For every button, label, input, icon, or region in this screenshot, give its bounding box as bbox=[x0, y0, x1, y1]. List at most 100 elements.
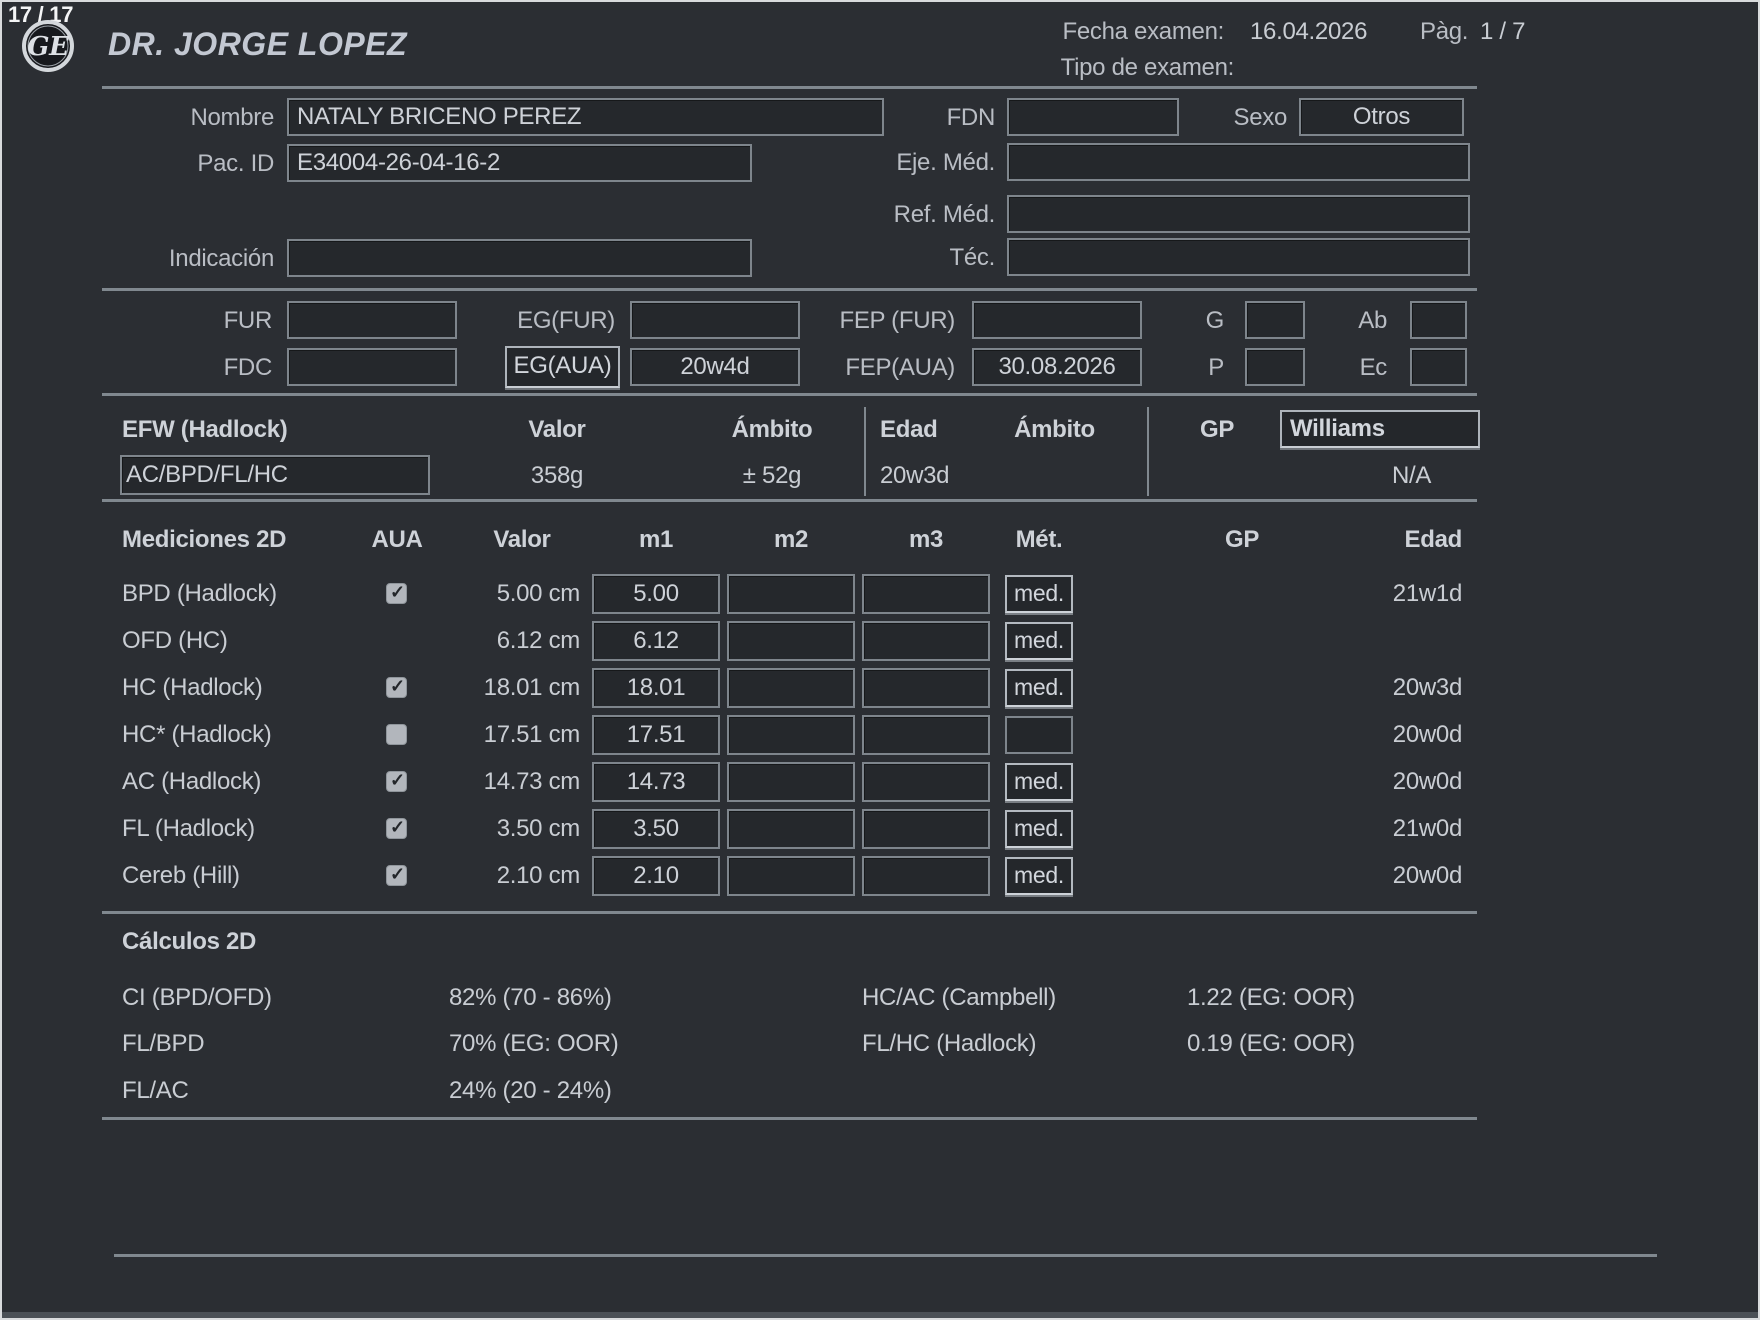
method-button[interactable]: med. bbox=[1005, 810, 1073, 848]
calc-label: FL/BPD bbox=[122, 1030, 204, 1058]
edd-lmp-field[interactable] bbox=[972, 301, 1142, 339]
aua-checkbox[interactable] bbox=[386, 818, 407, 839]
m3-field[interactable] bbox=[862, 856, 990, 896]
measurement-name: FL (Hadlock) bbox=[122, 815, 255, 843]
ga-aua-field[interactable]: 20w4d bbox=[630, 348, 800, 386]
divider bbox=[102, 288, 1477, 291]
ga-aua-button[interactable]: EG(AUA) bbox=[505, 346, 620, 388]
para-field[interactable] bbox=[1245, 348, 1305, 386]
m1-field[interactable]: 5.00 bbox=[592, 574, 720, 614]
svg-text:GE: GE bbox=[27, 32, 70, 62]
edd-aua-field[interactable]: 30.08.2026 bbox=[972, 348, 1142, 386]
vertical-divider bbox=[864, 407, 866, 496]
m3-field[interactable] bbox=[862, 762, 990, 802]
measurement-name: HC* (Hadlock) bbox=[122, 721, 271, 749]
measurement-age: 20w0d bbox=[1332, 768, 1462, 796]
measurement-name: AC (Hadlock) bbox=[122, 768, 261, 796]
edd-aua-label: FEP(AUA) bbox=[802, 354, 955, 382]
calculations-title: Cálculos 2D bbox=[122, 928, 256, 956]
aua-checkbox[interactable] bbox=[386, 583, 407, 604]
gravida-field[interactable] bbox=[1245, 301, 1305, 339]
col-m2: m2 bbox=[727, 526, 855, 554]
m1-field[interactable]: 2.10 bbox=[592, 856, 720, 896]
efw-formula-field[interactable]: AC/BPD/FL/HC bbox=[120, 455, 430, 495]
dob-field[interactable] bbox=[1007, 98, 1179, 136]
measurement-age: 21w1d bbox=[1332, 580, 1462, 608]
divider bbox=[102, 86, 1477, 89]
efw-gp-result: N/A bbox=[1392, 462, 1431, 490]
calc-value: 24% (20 - 24%) bbox=[449, 1077, 612, 1105]
m1-field[interactable]: 14.73 bbox=[592, 762, 720, 802]
patient-id-field[interactable]: E34004-26-04-16-2 bbox=[287, 144, 752, 182]
efw-age: 20w3d bbox=[880, 462, 949, 490]
method-button[interactable]: med. bbox=[1005, 622, 1073, 660]
sex-field[interactable]: Otros bbox=[1299, 98, 1464, 136]
m2-field[interactable] bbox=[727, 621, 855, 661]
exam-date-label: Fecha examen: bbox=[1052, 18, 1224, 46]
m3-field[interactable] bbox=[862, 574, 990, 614]
calc-value: 70% (EG: OOR) bbox=[449, 1030, 618, 1058]
method-button[interactable]: med. bbox=[1005, 763, 1073, 801]
fdc-field[interactable] bbox=[287, 348, 457, 386]
aua-checkbox[interactable] bbox=[386, 771, 407, 792]
col-met: Mét. bbox=[1005, 526, 1073, 554]
fdc-label: FDC bbox=[152, 354, 272, 382]
m2-field[interactable] bbox=[727, 809, 855, 849]
method-button[interactable] bbox=[1005, 716, 1073, 754]
performing-physician-field[interactable] bbox=[1007, 143, 1470, 181]
m3-field[interactable] bbox=[862, 809, 990, 849]
method-button[interactable]: med. bbox=[1005, 857, 1073, 895]
lmp-label: FUR bbox=[152, 307, 272, 335]
referring-physician-field[interactable] bbox=[1007, 195, 1470, 233]
name-label: Nombre bbox=[122, 104, 274, 132]
ectopic-label: Ec bbox=[1312, 354, 1387, 382]
abortions-field[interactable] bbox=[1410, 301, 1467, 339]
m3-field[interactable] bbox=[862, 621, 990, 661]
col-aua: AUA bbox=[362, 526, 432, 554]
measurement-name: Cereb (Hill) bbox=[122, 862, 240, 890]
m2-field[interactable] bbox=[727, 762, 855, 802]
calc-label: CI (BPD/OFD) bbox=[122, 984, 272, 1012]
efw-title: EFW (Hadlock) bbox=[122, 416, 287, 444]
m2-field[interactable] bbox=[727, 574, 855, 614]
measurement-value: 6.12 cm bbox=[432, 627, 580, 655]
dob-label: FDN bbox=[872, 104, 995, 132]
sex-label: Sexo bbox=[1162, 104, 1287, 132]
aua-checkbox[interactable] bbox=[386, 724, 407, 745]
method-button[interactable]: med. bbox=[1005, 575, 1073, 613]
aua-checkbox[interactable] bbox=[386, 865, 407, 886]
technician-label: Téc. bbox=[822, 244, 995, 272]
col-m1: m1 bbox=[592, 526, 720, 554]
doctor-name: DR. JORGE LOPEZ bbox=[108, 26, 407, 63]
m3-field[interactable] bbox=[862, 668, 990, 708]
m1-field[interactable]: 6.12 bbox=[592, 621, 720, 661]
m2-field[interactable] bbox=[727, 856, 855, 896]
method-button[interactable]: med. bbox=[1005, 669, 1073, 707]
m1-field[interactable]: 18.01 bbox=[592, 668, 720, 708]
aua-checkbox[interactable] bbox=[386, 677, 407, 698]
measurement-age: 20w0d bbox=[1332, 862, 1462, 890]
efw-gp-method-field[interactable]: Williams bbox=[1280, 410, 1480, 448]
abortions-label: Ab bbox=[1312, 307, 1387, 335]
patient-id-label: Pac. ID bbox=[122, 150, 274, 178]
calc-value: 82% (70 - 86%) bbox=[449, 984, 612, 1012]
ectopic-field[interactable] bbox=[1410, 348, 1467, 386]
indication-field[interactable] bbox=[287, 239, 752, 277]
calc-label: HC/AC (Campbell) bbox=[862, 984, 1056, 1012]
m1-field[interactable]: 3.50 bbox=[592, 809, 720, 849]
measurement-age: 20w3d bbox=[1332, 674, 1462, 702]
lmp-field[interactable] bbox=[287, 301, 457, 339]
footer-divider bbox=[114, 1254, 1657, 1257]
divider bbox=[102, 1117, 1477, 1120]
ga-lmp-field[interactable] bbox=[630, 301, 800, 339]
m1-field[interactable]: 17.51 bbox=[592, 715, 720, 755]
name-field[interactable]: NATALY BRICENO PEREZ bbox=[287, 98, 884, 136]
m2-field[interactable] bbox=[727, 715, 855, 755]
m2-field[interactable] bbox=[727, 668, 855, 708]
m3-field[interactable] bbox=[862, 715, 990, 755]
divider bbox=[102, 911, 1477, 914]
calc-label: FL/HC (Hadlock) bbox=[862, 1030, 1036, 1058]
page-label: Pàg. bbox=[1420, 18, 1468, 46]
technician-field[interactable] bbox=[1007, 238, 1470, 276]
ge-logo-icon: GE bbox=[22, 20, 74, 72]
